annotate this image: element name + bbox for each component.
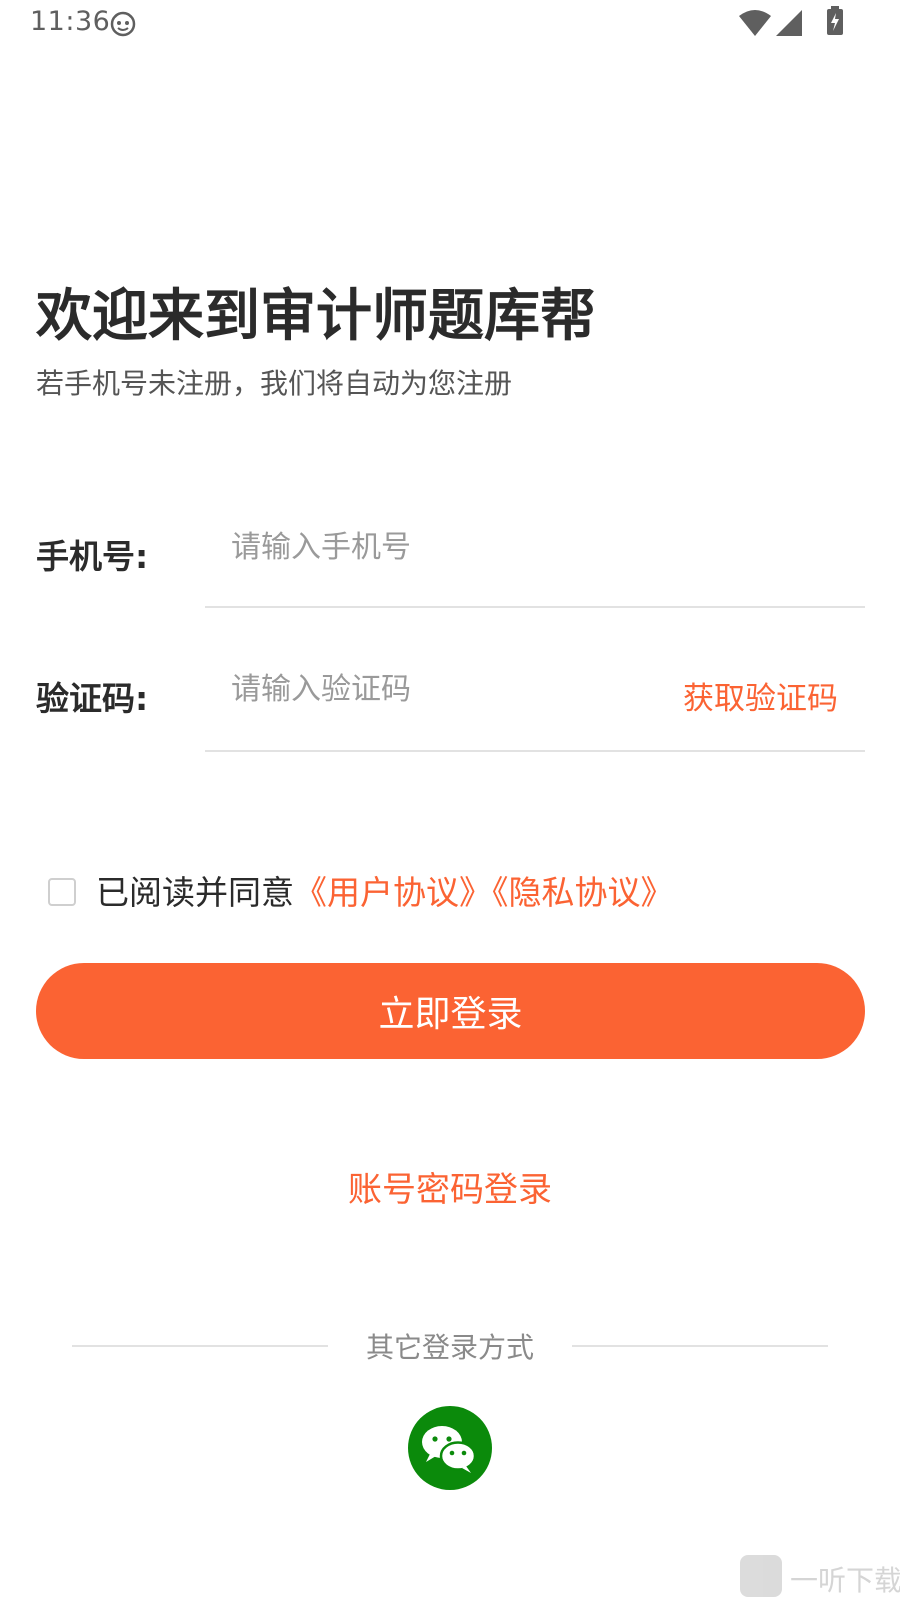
battery-charging-icon [827,6,843,35]
code-underline [205,750,865,752]
notification-face-icon [110,11,136,37]
page-title: 欢迎来到审计师题库帮 [36,284,596,349]
password-login-link[interactable]: 账号密码登录 [0,1162,900,1211]
user-agreement-link[interactable]: 《用户协议》 [294,873,492,912]
status-bar: 11:36 [0,0,900,48]
code-label: 验证码: [36,679,149,718]
agreement-row: 已阅读并同意《用户协议》《隐私协议》 [96,866,674,914]
agreement-text: 已阅读并同意 [96,873,294,912]
wechat-login-button[interactable] [408,1406,492,1490]
phone-label: 手机号: [36,537,149,576]
get-code-button[interactable]: 获取验证码 [683,673,838,718]
login-button[interactable]: 立即登录 [36,963,865,1059]
page-subtitle: 若手机号未注册，我们将自动为您注册 [36,367,513,400]
signal-icon [776,10,802,36]
code-input[interactable] [205,659,645,719]
phone-input[interactable] [205,517,645,577]
status-time: 11:36 [30,6,111,37]
watermark-logo [740,1555,782,1597]
agreement-checkbox[interactable] [48,878,76,906]
privacy-policy-link[interactable]: 《隐私协议》 [492,873,674,912]
wechat-icon [422,1426,477,1473]
watermark-text: 一听下载 [790,1564,900,1597]
phone-underline [205,606,865,608]
wifi-icon [739,10,771,36]
divider-right [572,1345,828,1347]
